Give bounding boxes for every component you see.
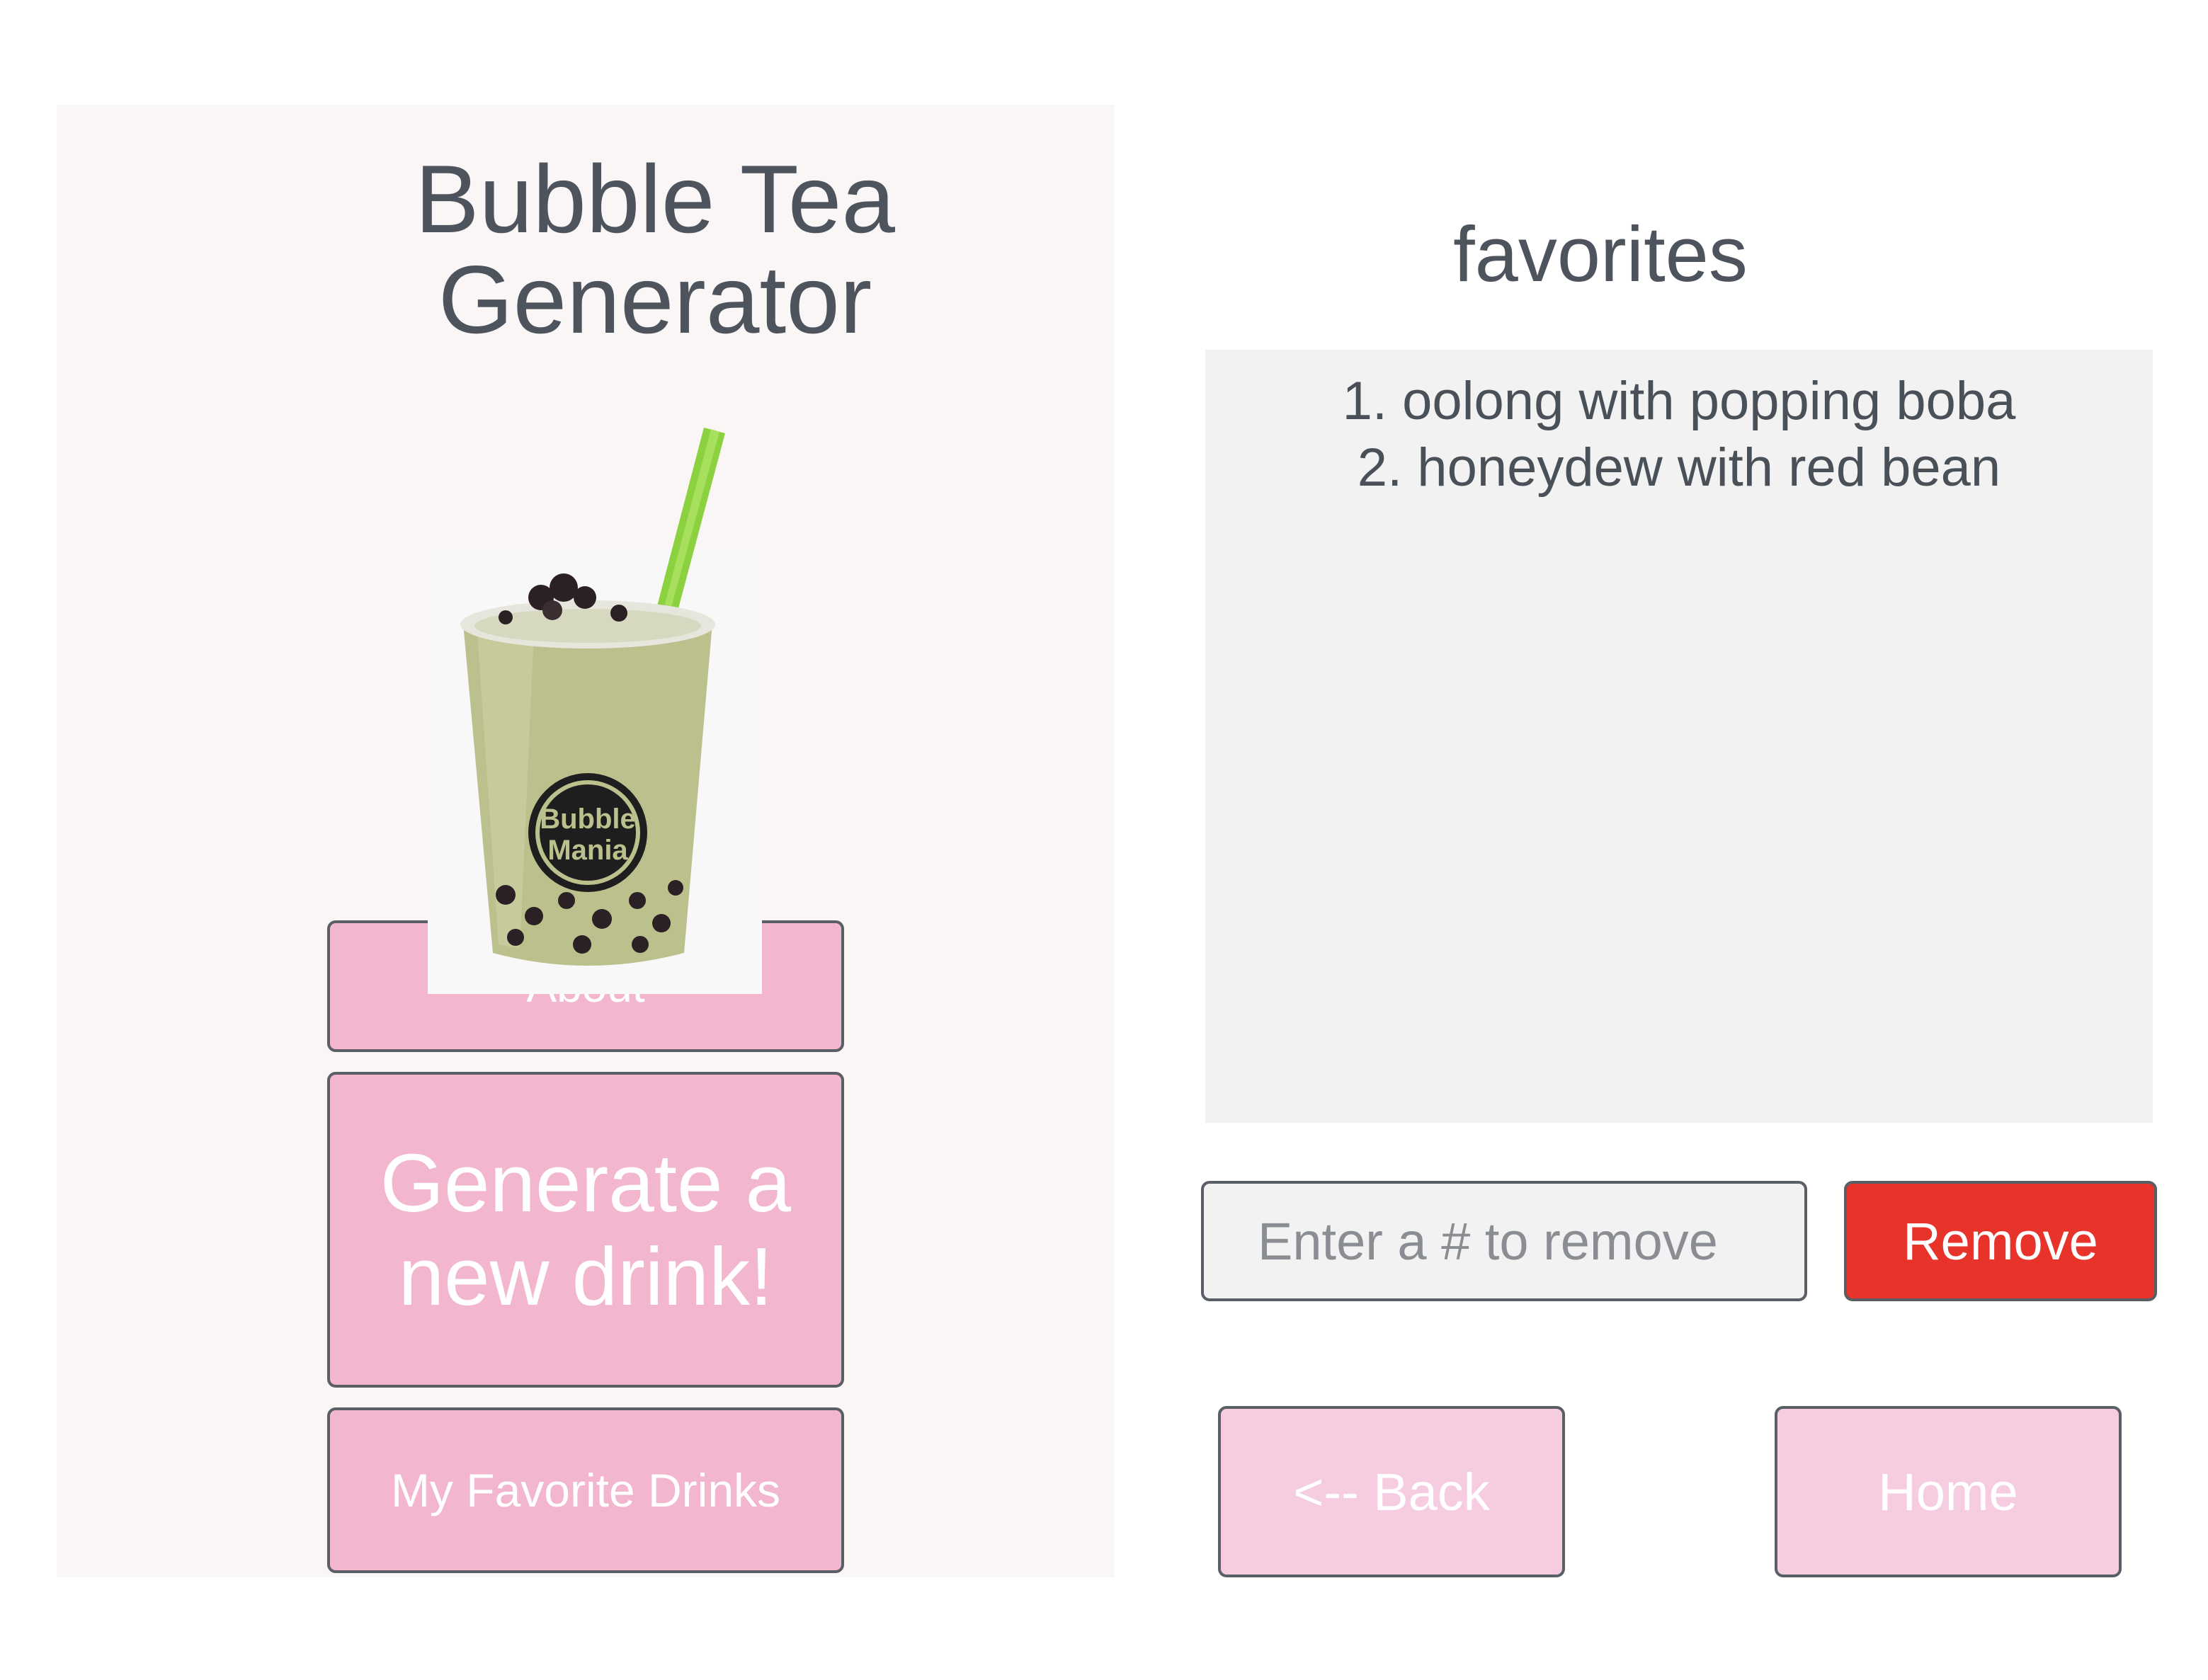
back-button[interactable]: <-- Back — [1218, 1406, 1565, 1577]
generate-button-label-line1: Generate a — [380, 1137, 792, 1229]
home-button[interactable]: Home — [1775, 1406, 2122, 1577]
cup-logo-text-1: Bubble — [540, 804, 636, 835]
remove-button[interactable]: Remove — [1844, 1181, 2157, 1301]
favorites-title: favorites — [1453, 211, 1748, 298]
remove-number-input[interactable] — [1201, 1181, 1807, 1301]
generate-drink-button[interactable]: Generate a new drink! — [327, 1072, 844, 1388]
favorites-button-label: My Favorite Drinks — [390, 1464, 781, 1516]
list-item: 2. honeydew with red bean — [1357, 438, 2001, 498]
home-screen: Bubble Mania About Generate a new drink!… — [57, 105, 1115, 1577]
back-button-label: <-- Back — [1293, 1462, 1490, 1521]
favorites-list[interactable]: 1. oolong with popping boba 2. honeydew … — [1205, 350, 2153, 1123]
bubble-tea-image: Bubble Mania — [428, 428, 762, 994]
cup-logo-text-2: Mania — [547, 835, 628, 866]
home-button-label: Home — [1878, 1462, 2018, 1521]
remove-button-label: Remove — [1903, 1211, 2098, 1271]
generate-button-label-line2: new drink! — [398, 1230, 773, 1322]
list-item: 1. oolong with popping boba — [1342, 371, 2016, 431]
app-root: Bubble Mania About Generate a new drink!… — [0, 0, 2208, 1680]
my-favorite-drinks-button[interactable]: My Favorite Drinks — [327, 1407, 844, 1573]
